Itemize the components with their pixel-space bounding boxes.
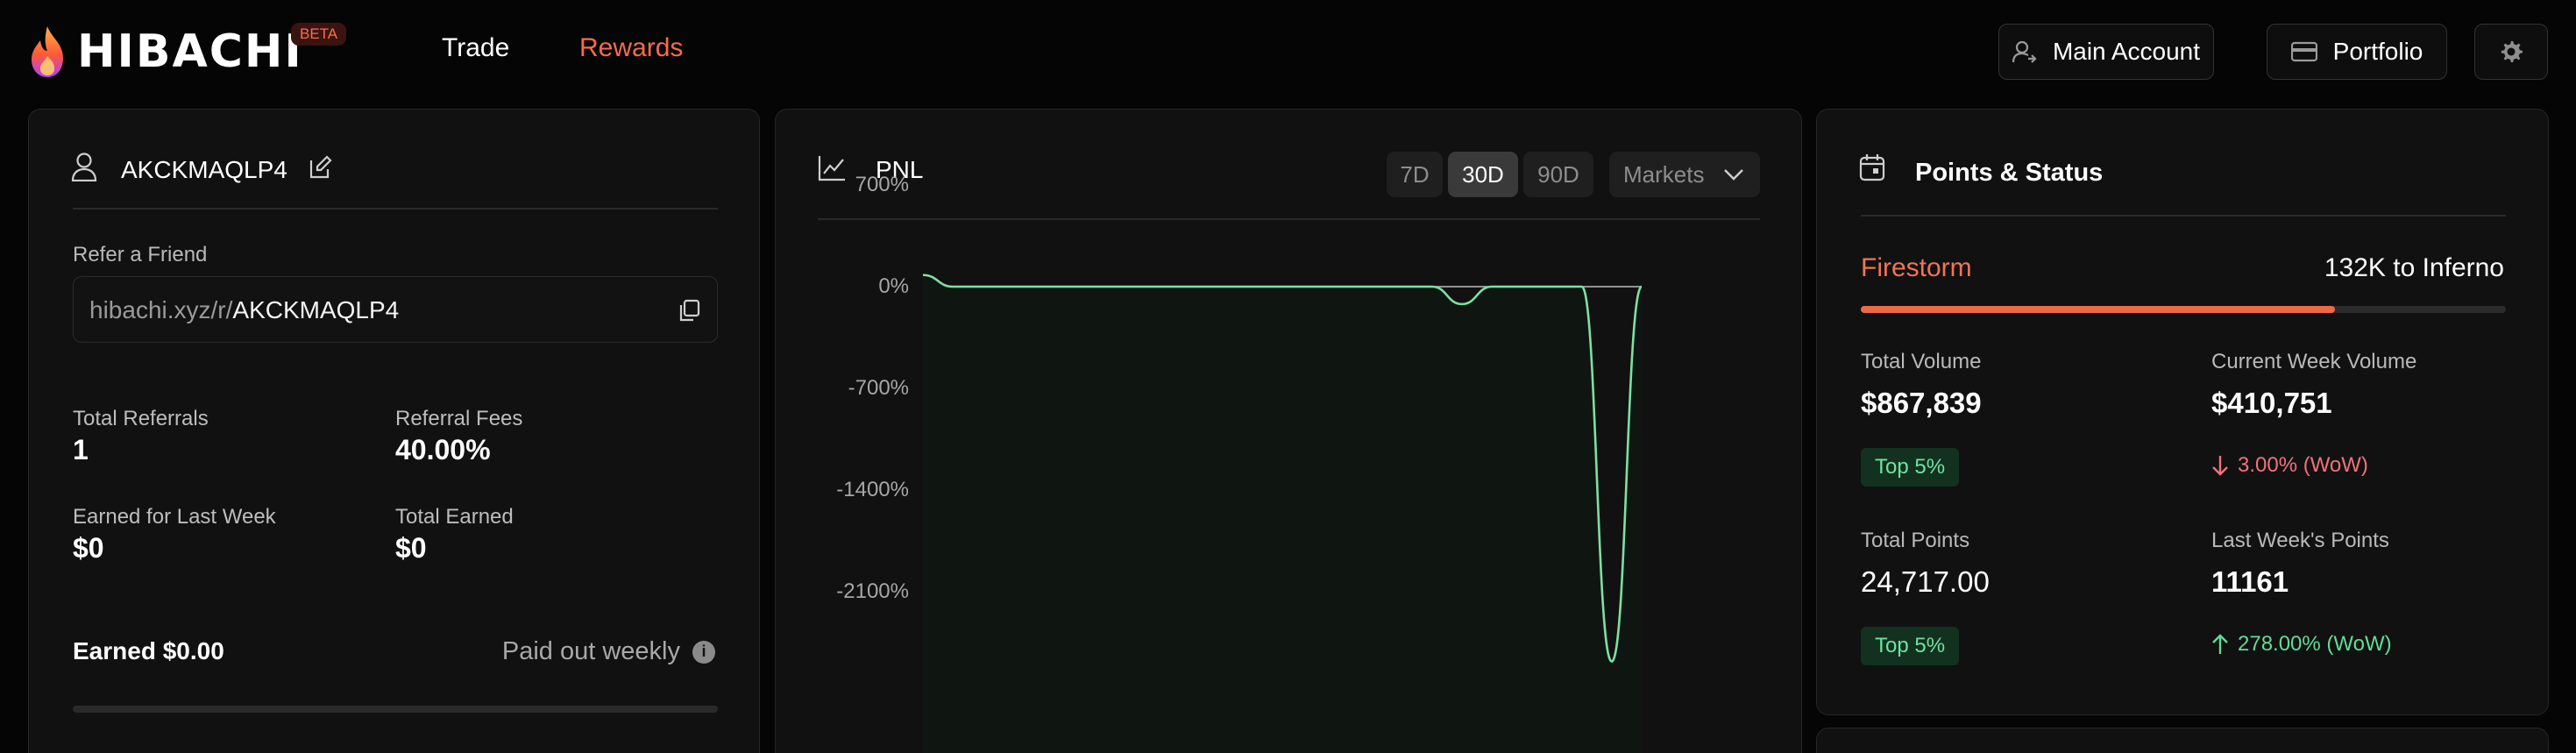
refer-label: Refer a Friend <box>73 243 208 266</box>
info-icon[interactable]: i <box>692 640 715 664</box>
tier-progress-fill <box>1861 306 2335 313</box>
brand-name: HIBACHI <box>77 25 303 78</box>
portfolio-label: Portfolio <box>2332 38 2423 65</box>
earned-last-week-label: Earned for Last Week <box>73 505 276 529</box>
copy-icon[interactable] <box>677 298 701 323</box>
last-week-points-value: 11161 <box>2211 565 2289 598</box>
brand-logo[interactable]: HIBACHI <box>26 23 303 81</box>
total-volume-value: $867,839 <box>1861 387 1982 419</box>
beta-badge: BETA <box>291 23 347 46</box>
referral-fees-label: Referral Fees <box>395 407 523 430</box>
points-status-title: Points & Status <box>1915 159 2104 187</box>
pnl-chart <box>922 273 1643 753</box>
user-switch-icon <box>2012 40 2037 63</box>
total-earned-value: $0 <box>395 532 427 564</box>
pnl-area <box>923 274 1642 753</box>
payout-label: Paid out weekly <box>501 637 680 665</box>
card-icon <box>2290 41 2317 62</box>
referral-link-field[interactable]: hibachi.xyz/r/AKCKMAQLP4 <box>73 276 718 343</box>
total-earned-label: Total Earned <box>395 505 514 529</box>
last-week-points-label: Last Week's Points <box>2211 529 2389 552</box>
last-week-change-text: 278.00% (WoW) <box>2238 632 2392 656</box>
total-referrals-label: Total Referrals <box>73 407 209 430</box>
earnings-progress-track <box>73 706 718 713</box>
next-tier-progress: 132K to Inferno <box>2324 253 2504 282</box>
total-volume-label: Total Volume <box>1861 350 1982 373</box>
current-tier: Firestorm <box>1861 253 1972 282</box>
tier-progress-bar <box>1861 306 2506 313</box>
current-week-volume-value: $410,751 <box>2211 387 2332 419</box>
current-week-change: 3.00% (WoW) <box>2211 453 2368 478</box>
current-week-change-text: 3.00% (WoW) <box>2238 453 2368 477</box>
total-referrals-value: 1 <box>73 434 89 465</box>
link-code: AKCKMAQLP4 <box>232 296 400 323</box>
arrow-up-icon <box>2212 634 2228 654</box>
points-panel: Points & Status Firestorm 132K to Infern… <box>1816 109 2549 715</box>
current-week-volume-label: Current Week Volume <box>2211 350 2417 373</box>
total-points-value: 24,717.00 <box>1861 565 1990 598</box>
user-icon <box>71 153 97 181</box>
referral-panel: AKCKMAQLP4 Refer a Friend hibachi.xyz/r/… <box>28 109 760 753</box>
calendar-icon <box>1859 154 1885 181</box>
settings-button[interactable] <box>2474 24 2548 80</box>
earned-summary: Earned $0.00 <box>73 637 224 664</box>
referral-link: hibachi.xyz/r/AKCKMAQLP4 <box>89 296 399 324</box>
nav-rewards[interactable]: Rewards <box>579 33 683 63</box>
total-volume-rank-badge: Top 5% <box>1861 448 1960 487</box>
link-prefix: hibachi.xyz/r/ <box>89 296 233 323</box>
arrow-down-icon <box>2212 456 2228 476</box>
earned-last-week-value: $0 <box>73 532 104 564</box>
last-week-change: 278.00% (WoW) <box>2211 632 2392 657</box>
payout-schedule: Paid out weekly i <box>502 637 715 666</box>
username: AKCKMAQLP4 <box>121 156 287 183</box>
pnl-panel: PNL 7D 30D 90D Markets 700% 0% -700% -1400%… <box>775 109 1802 753</box>
main-account-label: Main Account <box>2052 38 2201 65</box>
gear-icon <box>2501 40 2523 63</box>
divider <box>1861 215 2506 217</box>
total-points-rank-badge: Top 5% <box>1861 627 1960 665</box>
main-account-button[interactable]: Main Account <box>1998 24 2214 80</box>
nav-trade[interactable]: Trade <box>442 33 509 63</box>
referral-fees-value: 40.00% <box>395 434 491 465</box>
total-points-label: Total Points <box>1861 529 1970 552</box>
flame-icon <box>32 26 63 77</box>
edit-icon[interactable] <box>308 155 332 180</box>
portfolio-button[interactable]: Portfolio <box>2267 24 2447 80</box>
secondary-panel <box>1816 728 2549 753</box>
divider <box>73 208 718 210</box>
top-header: HIBACHI BETA Trade Rewards Main Account … <box>0 0 2576 103</box>
